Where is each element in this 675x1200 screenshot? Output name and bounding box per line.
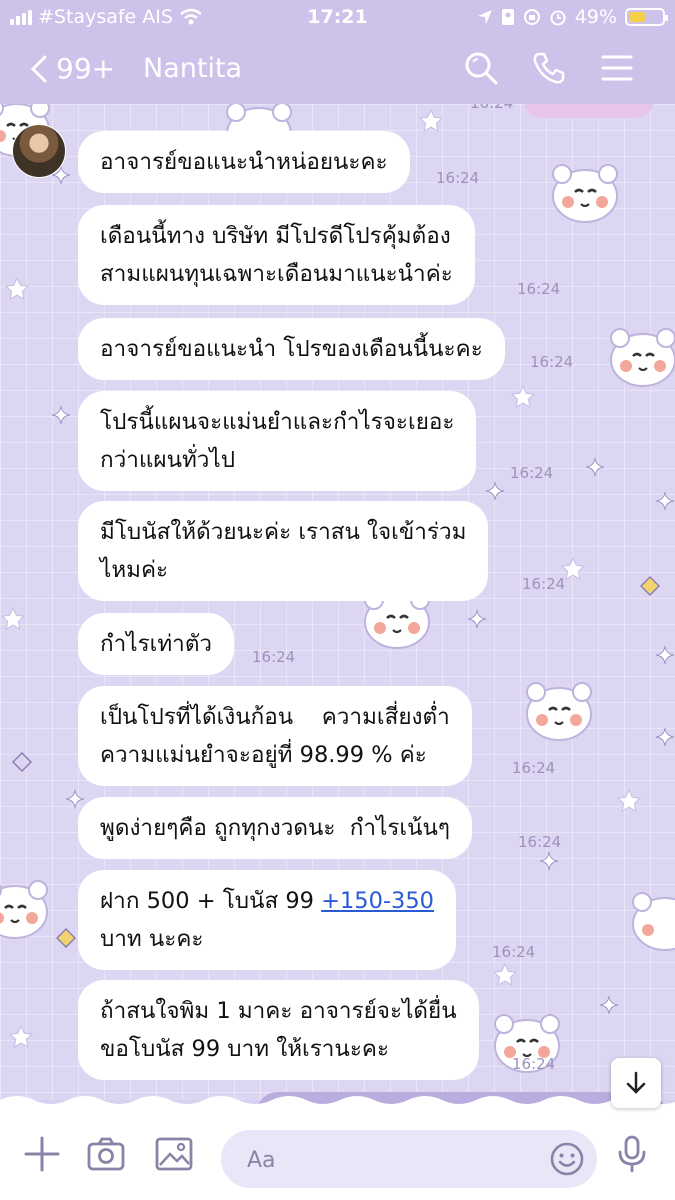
message-time: 16:24	[518, 833, 562, 851]
diamond-icon	[640, 576, 660, 596]
message-bubble[interactable]: มีโบนัสให้ด้วยนะค่ะ เราสน ใจเข้าร่วม ไหม…	[78, 501, 489, 601]
sparkle-icon	[600, 996, 618, 1014]
back-button[interactable]: 99+	[28, 52, 115, 85]
battery-percent: 49%	[574, 6, 617, 28]
message-bubble[interactable]: ถ้าสนใจพิม 1 มาคะ อาจารย์จะได้ยื่น ขอโบน…	[78, 980, 479, 1080]
sparkle-icon	[66, 790, 84, 808]
message-time: 16:24	[436, 169, 480, 187]
bear-sticker-icon	[526, 682, 592, 741]
sparkle-icon	[486, 482, 504, 500]
bear-sticker-icon	[0, 880, 48, 939]
sparkle-icon	[656, 646, 674, 664]
image-icon[interactable]	[154, 1134, 194, 1174]
message-bubble[interactable]: เป็นโปรที่ได้เงินก้อน ความเสี่ยงต่ำ ความ…	[78, 686, 472, 786]
rotation-lock-icon	[523, 9, 540, 25]
star-icon	[8, 1024, 34, 1048]
message-link[interactable]: +150-350	[321, 888, 434, 914]
message-bubble[interactable]: โปรนี้แผนจะแม่นยำและกำไรจะเยอะ กว่าแผนทั…	[78, 391, 477, 491]
input-bar	[0, 1106, 675, 1200]
sparkle-icon	[52, 406, 70, 424]
plus-icon[interactable]	[22, 1134, 62, 1174]
star-icon	[4, 276, 30, 300]
message-time: 16:24	[510, 464, 554, 482]
star-icon	[616, 788, 642, 812]
location-icon	[477, 10, 492, 24]
star-icon	[0, 606, 26, 630]
message-bubble[interactable]: พูดง่ายๆคือ ถูกทุกงวดนะ กำไรเน้นๆ	[78, 797, 472, 859]
lock-icon	[501, 9, 514, 25]
message-input[interactable]	[245, 1130, 549, 1190]
message-bubble[interactable]: เดือนนี้ทาง บริษัท มีโปรดีโปรคุ้มต้อง สา…	[78, 205, 475, 305]
bear-sticker-icon	[552, 164, 618, 223]
message-bubble[interactable]: อาจารย์ขอแนะนำหน่อยนะคะ	[78, 131, 410, 193]
message-bubble[interactable]: ฝาก 500 + โบนัส 99 +150-350 บาท นะคะ	[78, 870, 456, 970]
message-bubble[interactable]: กำไรเท่าตัว	[78, 613, 235, 675]
chat-title: Nantita	[143, 53, 243, 84]
search-icon[interactable]	[463, 50, 499, 86]
scroll-to-bottom-button[interactable]	[611, 1058, 661, 1108]
camera-icon[interactable]	[86, 1134, 126, 1174]
star-icon	[492, 962, 518, 986]
message-text: ฝาก 500 + โบนัส 99	[100, 888, 322, 914]
message-bubble[interactable]: อาจารย์ขอแนะนำ โปรของเดือนนี้นะคะ	[78, 318, 505, 380]
arrow-down-icon	[626, 1071, 646, 1094]
sparkle-icon	[468, 610, 486, 628]
alarm-icon	[550, 10, 566, 26]
wave-divider	[0, 1096, 675, 1106]
menu-icon[interactable]	[599, 50, 635, 86]
message-time: 16:24	[522, 575, 566, 593]
bear-sticker-icon	[610, 328, 675, 387]
chat-screen: #Staysafe AIS 17:21 49% 99+ Nantita อาจา…	[0, 0, 675, 1200]
message-time: 16:24	[517, 280, 561, 298]
diamond-icon	[56, 928, 76, 948]
battery-fill	[629, 12, 645, 22]
message-time: 16:24	[252, 648, 296, 666]
message-text: บาท นะคะ	[100, 926, 204, 952]
emoji-icon[interactable]	[549, 1141, 585, 1177]
phone-icon[interactable]	[531, 50, 567, 86]
top-bar: #Staysafe AIS 17:21 49% 99+ Nantita	[0, 0, 675, 104]
message-time: 16:24	[512, 1055, 556, 1073]
battery-icon	[625, 8, 668, 26]
sparkle-icon	[540, 852, 558, 870]
chat-header: 99+ Nantita	[0, 36, 675, 104]
diamond-icon	[12, 752, 32, 772]
microphone-icon[interactable]	[612, 1134, 652, 1174]
status-bar: #Staysafe AIS 17:21 49%	[0, 0, 675, 36]
avatar[interactable]	[12, 124, 66, 178]
bear-sticker-icon	[632, 892, 675, 951]
chevron-left-icon	[30, 55, 47, 82]
sparkle-icon	[656, 728, 674, 746]
sparkle-icon	[586, 458, 604, 476]
message-time: 16:24	[530, 353, 574, 371]
star-icon	[510, 384, 536, 408]
message-time: 16:24	[492, 943, 536, 961]
message-time: 16:24	[512, 759, 556, 777]
unread-count: 99+	[56, 52, 116, 85]
star-icon	[418, 108, 444, 132]
sparkle-icon	[656, 492, 674, 510]
message-input-container	[221, 1130, 597, 1190]
